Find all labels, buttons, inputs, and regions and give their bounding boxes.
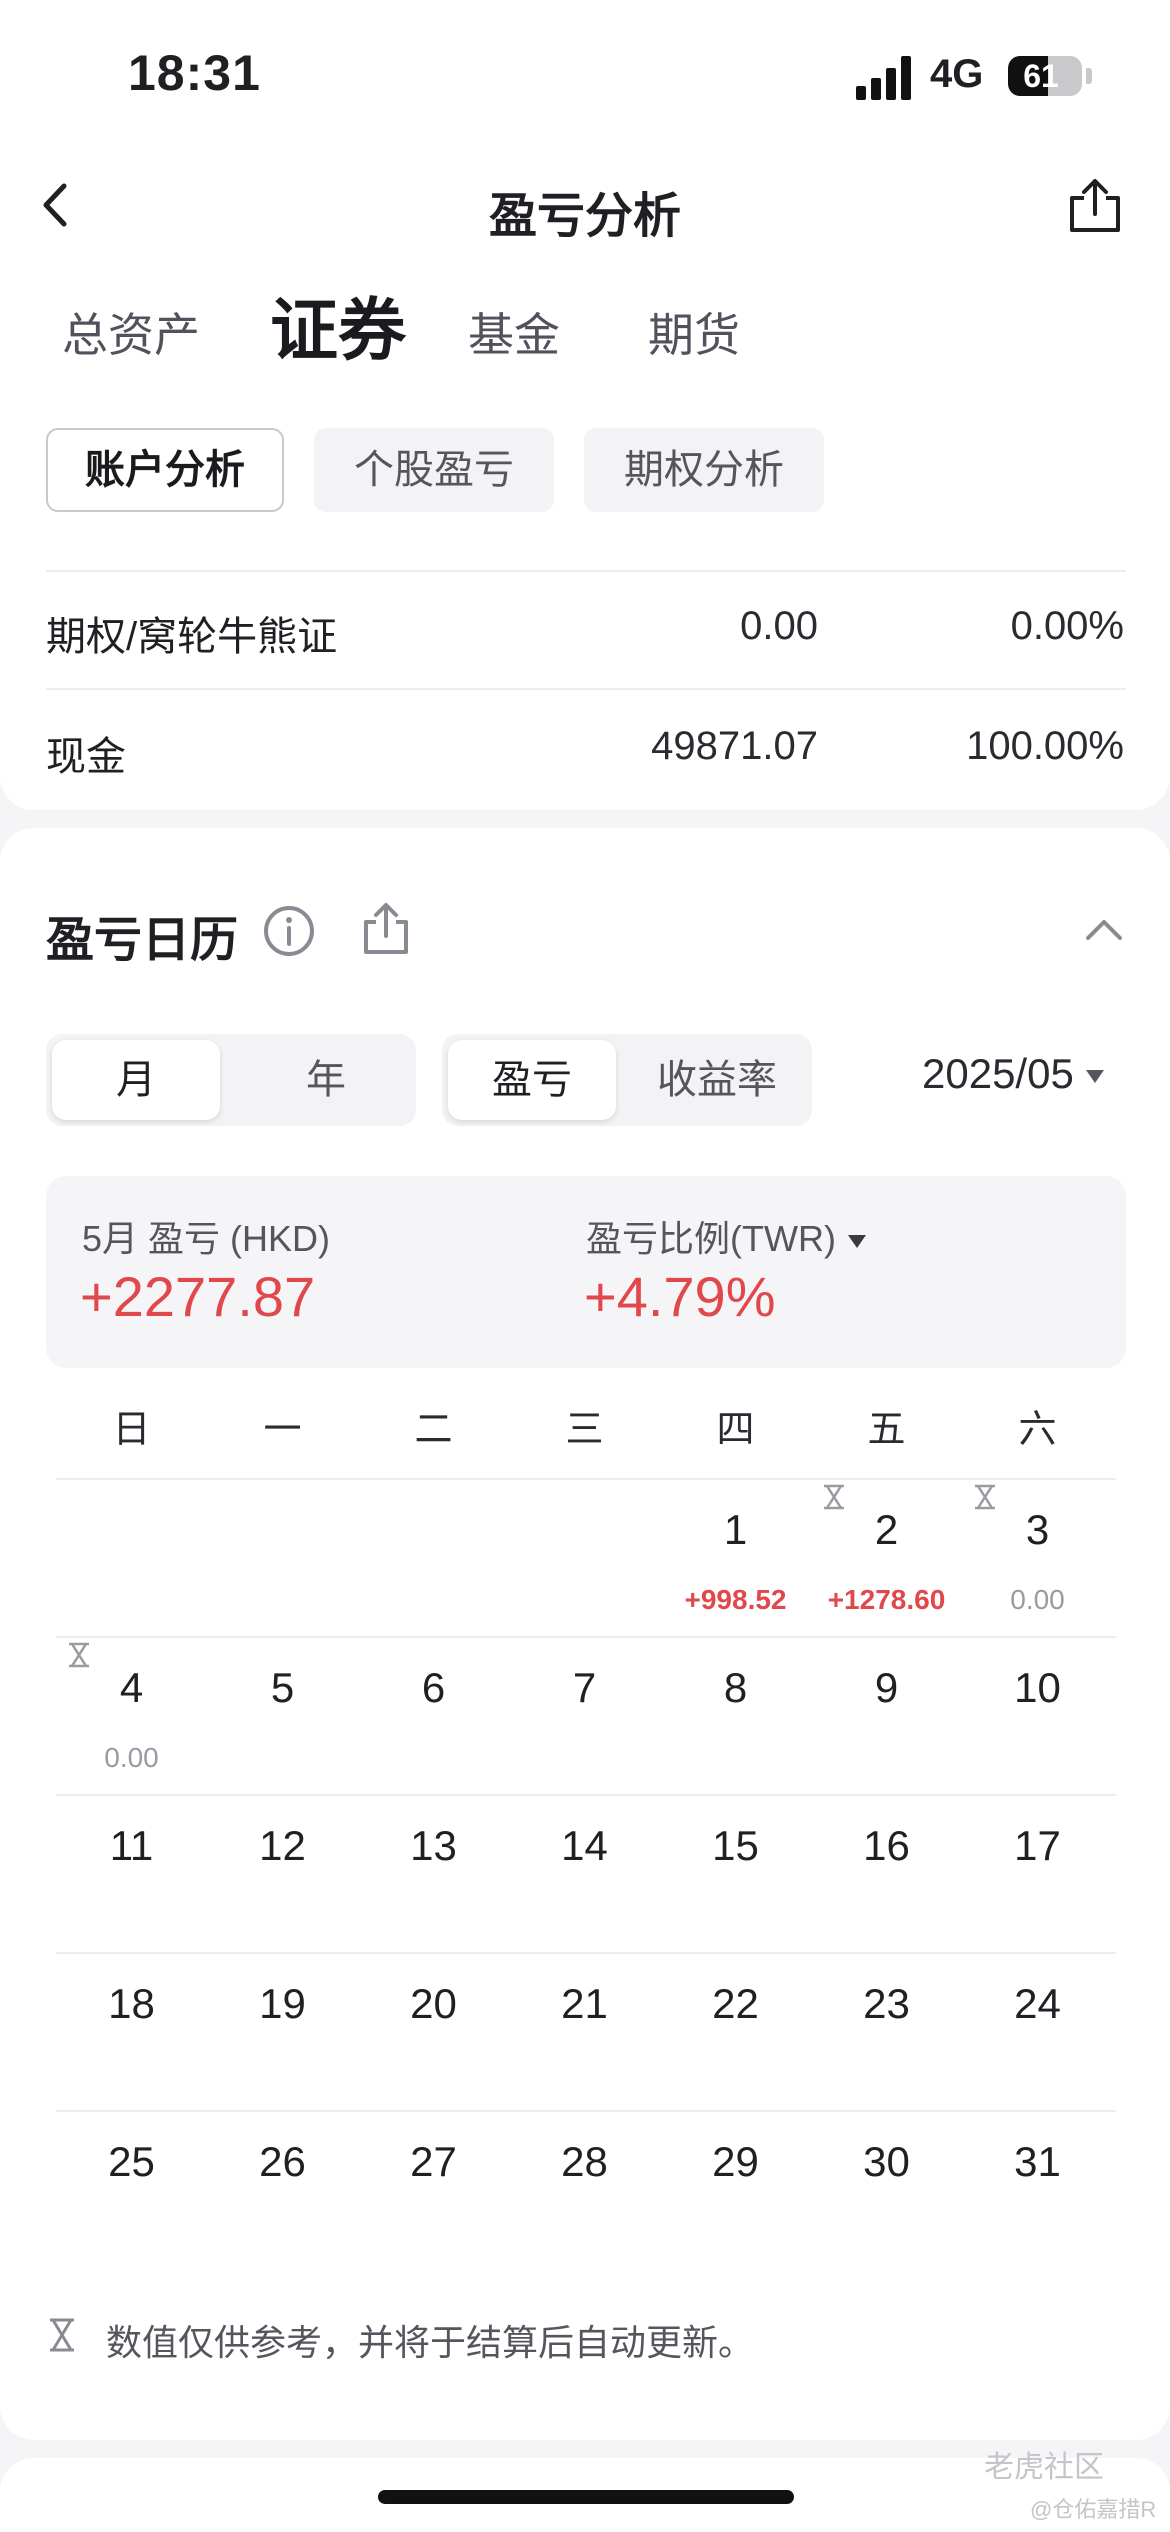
holding-label: 现金 [46,735,126,779]
calendar-day-8[interactable]: 8 [660,1664,811,1712]
calendar-day-16[interactable]: 16 [811,1822,962,1870]
calendar-day-29[interactable]: 29 [660,2138,811,2186]
share-icon[interactable] [362,900,410,956]
hourglass-icon [824,1484,844,1510]
battery-level: 61 [1023,58,1059,94]
calendar-day-15[interactable]: 15 [660,1822,811,1870]
calendar-day-23[interactable]: 23 [811,1980,962,2028]
calendar-day-10[interactable]: 10 [962,1664,1113,1712]
info-icon[interactable] [262,904,316,958]
share-icon[interactable] [1068,176,1122,234]
calendar-day-31[interactable]: 31 [962,2138,1113,2186]
month-picker[interactable]: 2025/05 [922,1050,1104,1098]
week-divider [56,1952,1116,1954]
calendar-day-14[interactable]: 14 [509,1822,660,1870]
home-indicator [378,2490,794,2504]
hourglass-icon [50,2318,74,2352]
calendar-day-5[interactable]: 5 [207,1664,358,1712]
calendar-day-17[interactable]: 17 [962,1822,1113,1870]
hourglass-icon [69,1642,89,1668]
daily-pnl-value: +998.52 [684,1584,787,1615]
calendar-day-6[interactable]: 6 [358,1664,509,1712]
daily-pnl-value: 0.00 [1010,1584,1065,1615]
status-bar: 18:31 4G 61 [0,0,1170,150]
calendar-day-27[interactable]: 27 [358,2138,509,2186]
return-ratio-label: 盈亏比例(TWR) [586,1218,836,1259]
weekday-label: 五 [867,1409,906,1451]
network-label: 4G [930,52,984,96]
hourglass-icon [975,1484,995,1510]
weekday-label: 二 [414,1409,453,1451]
dropdown-caret-icon [847,1234,866,1248]
daily-pnl-value: 0.00 [104,1742,159,1773]
calendar-day-24[interactable]: 24 [962,1980,1113,2028]
sub-tab-stock-pnl[interactable]: 个股盈亏 [314,428,554,512]
toggle-year[interactable]: 年 [242,1040,410,1120]
tab-futures[interactable]: 期货 [648,290,740,380]
calendar-day-3[interactable]: 3 [962,1506,1113,1554]
divider [46,570,1126,572]
calendar-day-22[interactable]: 22 [660,1980,811,2028]
tab-total-assets[interactable]: 总资产 [62,290,200,380]
return-ratio-dropdown[interactable]: 盈亏比例(TWR) [586,1210,866,1262]
toggle-month[interactable]: 月 [52,1040,220,1120]
chevron-up-icon[interactable] [1082,912,1126,944]
dropdown-caret-icon [1085,1070,1104,1084]
holding-label: 期权/窝轮牛熊证 [46,615,338,659]
monthly-pnl-value: +2277.87 [80,1265,316,1328]
week-divider [56,1636,1116,1638]
watermark-brand: 老虎社区 [984,2451,1104,2484]
calendar-day-7[interactable]: 7 [509,1664,660,1712]
holding-percent: 100.00% [966,724,1124,768]
monthly-summary: 5月 盈亏 (HKD) +2277.87 盈亏比例(TWR) +4.79% [46,1176,1126,1368]
calendar-day-18[interactable]: 18 [56,1980,207,2028]
return-ratio-value: +4.79% [584,1265,776,1328]
battery-icon: 61 [1008,56,1082,96]
tab-funds[interactable]: 基金 [468,290,560,380]
sub-tab-options-analysis[interactable]: 期权分析 [584,428,824,512]
calendar-day-21[interactable]: 21 [509,1980,660,2028]
sub-tab-account-analysis[interactable]: 账户分析 [46,428,284,512]
week-divider [56,1794,1116,1796]
weekday-label: 日 [112,1409,151,1451]
calendar-day-13[interactable]: 13 [358,1822,509,1870]
calendar-day-9[interactable]: 9 [811,1664,962,1712]
calendar-day-12[interactable]: 12 [207,1822,358,1870]
week-divider [56,2110,1116,2112]
week-divider [56,1478,1116,1480]
daily-pnl-value: +1278.60 [827,1584,946,1615]
page-title: 盈亏分析 [488,190,681,243]
settlement-note: 数值仅供参考，并将于结算后自动更新。 [106,2322,755,2363]
weekday-label: 一 [263,1409,302,1451]
calendar-day-28[interactable]: 28 [509,2138,660,2186]
monthly-pnl-label: 5月 盈亏 (HKD) [82,1218,331,1259]
calendar-day-25[interactable]: 25 [56,2138,207,2186]
calendar-day-26[interactable]: 26 [207,2138,358,2186]
status-time: 18:31 [128,45,261,101]
calendar-day-20[interactable]: 20 [358,1980,509,2028]
calendar-day-1[interactable]: 1 [660,1506,811,1554]
weekday-label: 六 [1018,1409,1057,1451]
holding-amount: 49871.07 [651,724,818,768]
toggle-return-rate[interactable]: 收益率 [628,1040,806,1120]
calendar-day-2[interactable]: 2 [811,1506,962,1554]
watermark-user: @仓佑嘉措R [1030,2497,1157,2522]
calendar-title: 盈亏日历 [46,914,239,967]
weekday-label: 四 [716,1409,755,1451]
calendar-day-4[interactable]: 4 [56,1664,207,1712]
tab-securities[interactable]: 证券 [270,286,406,376]
calendar-day-30[interactable]: 30 [811,2138,962,2186]
signal-icon [856,56,912,100]
metric-toggle: 盈亏 收益率 [442,1034,812,1126]
battery-tip [1086,68,1092,84]
calendar-day-19[interactable]: 19 [207,1980,358,2028]
weekday-label: 三 [565,1409,604,1451]
holding-percent: 0.00% [1010,604,1124,648]
divider [46,688,1126,690]
holding-amount: 0.00 [740,604,818,648]
month-picker-value: 2025/05 [922,1050,1074,1097]
toggle-pnl[interactable]: 盈亏 [448,1040,616,1120]
calendar-day-11[interactable]: 11 [56,1822,207,1870]
period-toggle: 月 年 [46,1034,416,1126]
